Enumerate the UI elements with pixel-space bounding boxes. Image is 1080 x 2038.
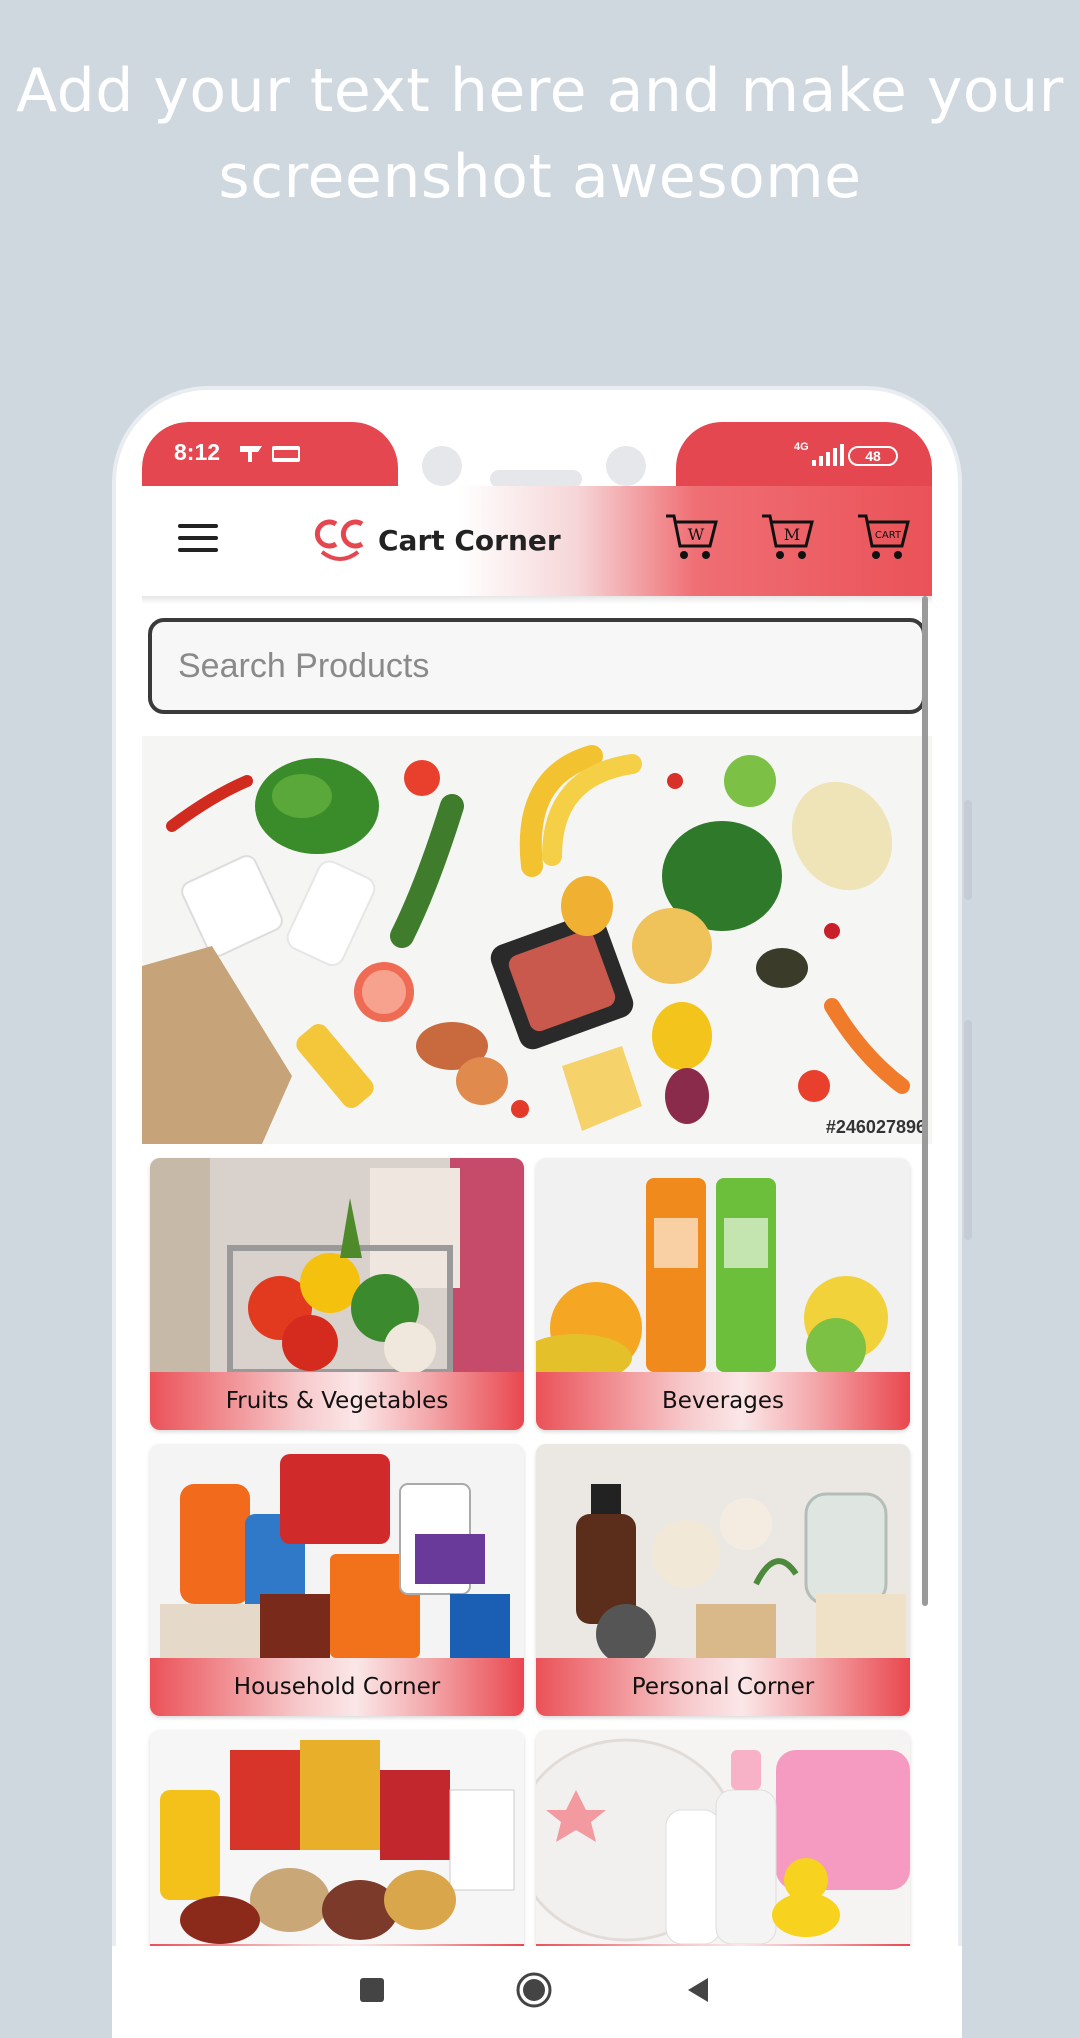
notification-icon — [238, 444, 264, 464]
system-nav-bar — [112, 1946, 962, 2038]
network-type: 4G — [794, 441, 809, 453]
category-label: Fruits & Vegetables — [150, 1372, 524, 1430]
beverages-image — [536, 1158, 910, 1372]
category-label: Beverages — [536, 1372, 910, 1430]
front-camera-icon — [422, 446, 462, 486]
category-label: Personal Corner — [536, 1658, 910, 1716]
cart-m-button[interactable]: M — [760, 512, 814, 562]
search-input[interactable] — [148, 618, 926, 714]
app-screen: 8:12 4G 48 Cart Corner W M CART Search P… — [142, 422, 932, 1946]
scrollbar[interactable] — [922, 596, 928, 1606]
volume-button — [964, 800, 972, 900]
home-button[interactable] — [516, 1972, 552, 2008]
status-bar: 8:12 4G 48 — [142, 422, 932, 512]
cart-badge: W — [688, 525, 705, 544]
cart-badge: M — [784, 525, 800, 544]
oyo-app-icon — [272, 446, 300, 462]
category-card-fruits-vegetables[interactable]: Fruits & Vegetables — [150, 1158, 524, 1430]
side-button — [964, 1020, 972, 1240]
promo-line-2: screenshot awesome — [218, 142, 862, 212]
category-card-grocery[interactable] — [150, 1730, 524, 1946]
personal-corner-image — [536, 1444, 910, 1658]
hamburger-menu-icon[interactable] — [178, 524, 218, 556]
promo-heading: Add your text here and make your screens… — [0, 48, 1080, 220]
recent-apps-button[interactable] — [358, 1976, 386, 2004]
hero-banner[interactable]: #246027896 — [142, 736, 932, 1144]
battery-level: 48 — [865, 448, 881, 464]
cart-icon: CART — [858, 514, 910, 559]
category-card-personal-corner[interactable]: Personal Corner — [536, 1444, 910, 1716]
cart-corner-logo — [314, 519, 364, 561]
baby-care-image — [536, 1730, 910, 1944]
grocery-image — [150, 1730, 524, 1944]
app-bar: Cart Corner W M CART — [142, 486, 932, 596]
promo-line-1: Add your text here and make your — [16, 56, 1064, 126]
category-label: Household Corner — [150, 1658, 524, 1716]
household-corner-image — [150, 1444, 524, 1658]
banner-stock-id: #246027896 — [825, 1117, 926, 1137]
cart-w-button[interactable]: W — [664, 512, 718, 562]
back-button[interactable] — [684, 1976, 710, 2004]
sensor-icon — [606, 446, 646, 486]
cart-badge: CART — [875, 530, 902, 541]
fruits-vegetables-image — [150, 1158, 524, 1372]
signal-icon — [812, 444, 844, 466]
category-card-beverages[interactable]: Beverages — [536, 1158, 910, 1430]
status-time: 8:12 — [174, 439, 221, 465]
groceries-banner-image — [142, 736, 932, 1144]
battery-icon: 48 — [848, 446, 898, 466]
cart-icon: M — [762, 514, 814, 559]
cart-button[interactable]: CART — [856, 512, 910, 562]
cart-icon: W — [666, 514, 718, 559]
category-card-household-corner[interactable]: Household Corner — [150, 1444, 524, 1716]
category-card-baby-care[interactable] — [536, 1730, 910, 1946]
brand-name: Cart Corner — [378, 524, 561, 557]
